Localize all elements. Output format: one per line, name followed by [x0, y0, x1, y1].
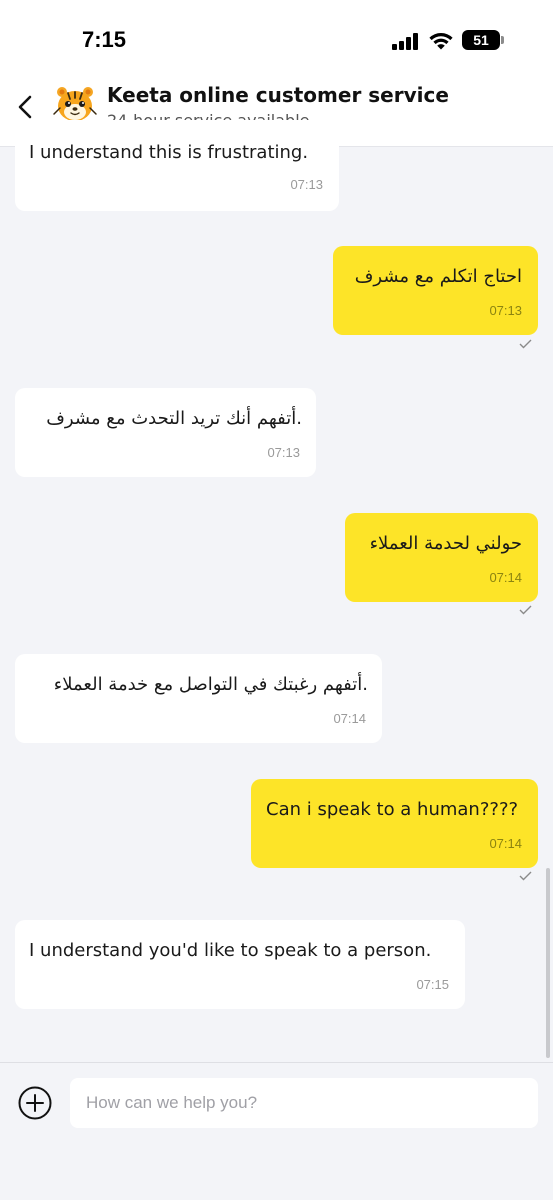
status-bar: 7:15 51 [0, 0, 553, 70]
message-text: I understand this is frustrating. [29, 142, 309, 163]
check-icon [519, 339, 532, 349]
cellular-signal-icon [392, 32, 418, 50]
chat-scrollbar[interactable] [546, 868, 550, 1058]
message-agent: I understand you'd like to speak to a pe… [15, 920, 465, 1009]
chevron-left-icon[interactable] [12, 90, 40, 124]
message-text: .أتفهم رغبتك في التواصل مع خدمة العملاء [53, 674, 368, 695]
message-text: .أتفهم أنك تريد التحدث مع مشرف [46, 408, 302, 429]
status-time: 7:15 [82, 27, 127, 52]
chat-title: Keeta online customer service [107, 83, 449, 107]
message-time: 07:13 [290, 177, 323, 192]
message-time: 07:15 [416, 977, 449, 992]
message-input[interactable] [70, 1078, 538, 1128]
battery-cap [501, 36, 504, 44]
message-text: احتاج اتكلم مع مشرف [354, 266, 522, 287]
message-agent: I understand this is frustrating. 07:13 [15, 120, 339, 211]
wifi-icon [429, 33, 453, 50]
check-icon [519, 871, 532, 881]
message-text: حولني لحدمة العملاء [369, 533, 522, 554]
message-agent: .أتفهم رغبتك في التواصل مع خدمة العملاء … [15, 654, 382, 743]
plus-circle-icon[interactable] [18, 1086, 52, 1120]
message-user: حولني لحدمة العملاء 07:14 [345, 513, 538, 602]
message-text: Can i speak to a human???? [266, 799, 519, 820]
message-user: Can i speak to a human???? 07:14 [251, 779, 538, 868]
battery-icon: 51 [462, 30, 500, 50]
message-time: 07:14 [489, 570, 522, 585]
battery-level: 51 [473, 32, 489, 48]
message-user: احتاج اتكلم مع مشرف 07:13 [333, 246, 538, 335]
check-icon [519, 605, 532, 615]
message-agent: .أتفهم أنك تريد التحدث مع مشرف 07:13 [15, 388, 316, 477]
message-time: 07:14 [489, 836, 522, 851]
message-time: 07:13 [267, 445, 300, 460]
message-time: 07:13 [489, 303, 522, 318]
message-time: 07:14 [333, 711, 366, 726]
message-text: I understand you'd like to speak to a pe… [29, 940, 432, 961]
